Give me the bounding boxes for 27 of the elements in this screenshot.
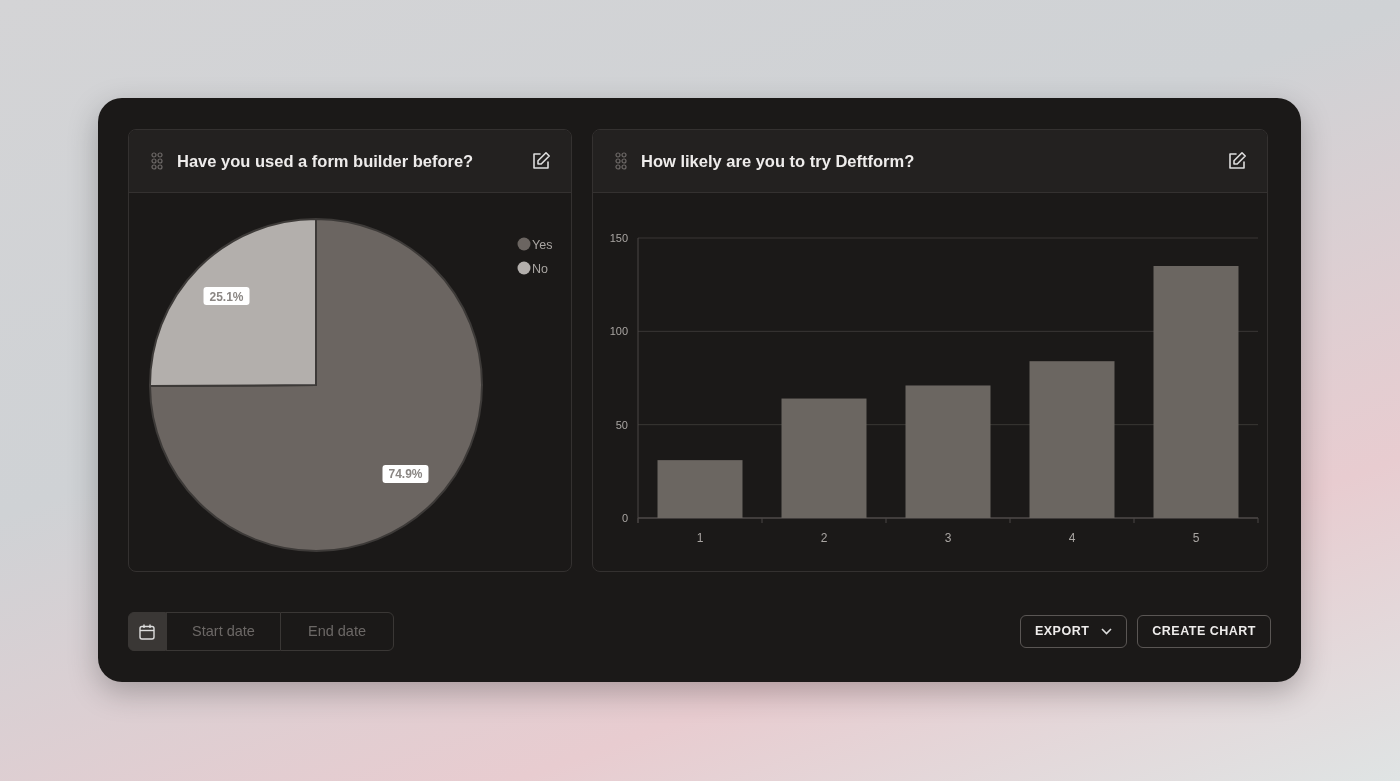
data-label: 25.1% [209, 289, 244, 304]
create-chart-button[interactable]: CREATE CHART [1137, 615, 1271, 648]
chevron-down-icon [1101, 628, 1113, 635]
drag-handle-icon[interactable] [151, 152, 163, 170]
legend-label: No [532, 261, 548, 276]
data-label: 25.1% [203, 287, 250, 306]
axis-tick-label: 2 [820, 531, 828, 545]
axis-tick-label: 1 [696, 531, 704, 545]
axis-tick-label: 5 [1192, 531, 1200, 545]
axis-tick-label: 100 [609, 325, 628, 338]
axis-tick-label: 50 [615, 418, 628, 431]
export-dropdown[interactable]: EXPORT [1019, 615, 1128, 648]
axis-tick-label: 4 [1068, 531, 1076, 545]
chart-title: How likely are you to try Deftform? [641, 150, 915, 172]
chart-title: Have you used a form builder before? [177, 150, 474, 172]
axis-tick-label: 0 [621, 512, 628, 524]
axis-tick-label: 150 [609, 232, 628, 244]
end-date-field[interactable]: End date [280, 612, 394, 651]
legend-label: Yes [532, 237, 553, 252]
calendar-button[interactable] [128, 612, 166, 651]
edit-icon[interactable] [531, 151, 551, 171]
drag-handle-icon[interactable] [615, 152, 627, 170]
axis-tick-label: 3 [944, 531, 952, 545]
start-date-field[interactable]: Start date [166, 612, 280, 651]
calendar-icon [138, 622, 156, 641]
edit-icon[interactable] [1227, 151, 1247, 171]
data-label: 74.9% [388, 467, 423, 482]
